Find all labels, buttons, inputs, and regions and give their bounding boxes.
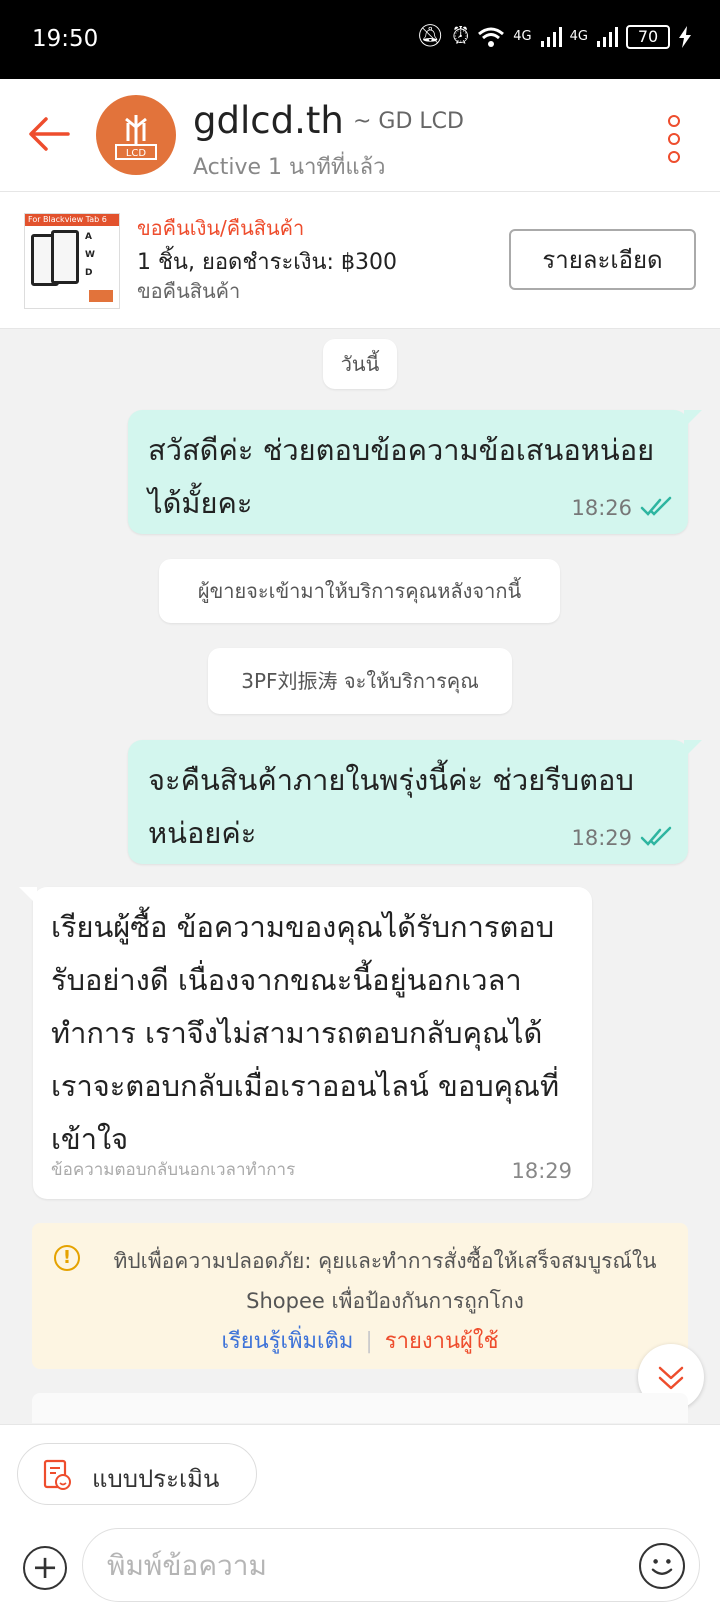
safety-tip: ! ทิปเพื่อความปลอดภัย: คุยและทำการสั่งซื… — [32, 1223, 688, 1369]
thumb-title: For Blackview Tab 6 — [25, 214, 119, 226]
thumb-label: W — [85, 250, 95, 260]
wifi-icon — [478, 27, 505, 47]
shop-logo-icon: LCD — [115, 115, 157, 160]
partial-message-card — [32, 1393, 688, 1423]
signal-icon — [597, 26, 618, 47]
chat-header: LCD gdlcd.th ~ GD LCD Active 1 นาทีที่แล… — [0, 79, 720, 192]
learn-more-link[interactable]: เรียนรู้เพิ่มเติม — [221, 1329, 353, 1354]
tip-text: ทิปเพื่อความปลอดภัย: คุยและทำการสั่งซื้อ… — [113, 1249, 657, 1313]
link-divider: | — [365, 1329, 373, 1354]
warning-icon: ! — [54, 1245, 80, 1271]
avatar-text: LCD — [126, 148, 147, 159]
message-text: เรียนผู้ซื้อ ข้อความของคุณได้รับการตอบรั… — [51, 910, 560, 1156]
status-icons: 🔕︎ ⏰︎ 4G 4G 70 — [416, 24, 692, 49]
more-vertical-icon[interactable] — [668, 115, 680, 163]
system-message: 3PF刘振涛 จะให้บริการคุณ — [208, 648, 512, 714]
double-check-icon — [640, 826, 672, 846]
thumb-label: D — [85, 268, 93, 278]
system-message: ผู้ขายจะเข้ามาให้บริการคุณหลังจากนี้ — [159, 559, 560, 623]
outgoing-message[interactable]: จะคืนสินค้าภายในพรุ่งนี้ค่ะ ช่วยรีบตอบหน… — [128, 740, 702, 864]
details-button[interactable]: รายละเอียด — [509, 229, 696, 290]
plus-icon[interactable]: + — [23, 1546, 67, 1590]
chat-footer: แบบประเมิน + — [0, 1424, 720, 1612]
message-input[interactable] — [107, 1543, 607, 1587]
alarm-icon: ⏰︎ — [452, 24, 470, 49]
back-arrow-icon[interactable] — [24, 109, 74, 159]
double-check-icon — [640, 496, 672, 516]
rating-button-label: แบบประเมิน — [92, 1465, 220, 1493]
network-label-2: 4G — [569, 29, 588, 44]
order-summary: 1 ชิ้น, ยอดชำระเงิน: ฿300 — [137, 250, 397, 275]
rating-form-icon — [43, 1459, 71, 1490]
active-status: Active 1 นาทีที่แล้ว — [193, 155, 386, 180]
order-substatus: ขอคืนสินค้า — [137, 279, 241, 303]
order-status: ขอคืนเงิน/คืนสินค้า — [137, 216, 305, 240]
date-separator: วันนี้ — [323, 339, 397, 389]
thumb-label: A — [85, 232, 92, 242]
report-user-link[interactable]: รายงานผู้ใช้ — [385, 1329, 499, 1354]
incoming-message[interactable]: เรียนผู้ซื้อ ข้อความของคุณได้รับการตอบรั… — [19, 887, 592, 1199]
order-card[interactable]: For Blackview Tab 6 A W D ขอคืนเงิน/คืนส… — [0, 192, 720, 329]
message-time: 18:26 — [571, 496, 632, 520]
charging-icon — [679, 25, 691, 48]
auto-reply-note: ข้อความตอบกลับนอกเวลาทำการ — [51, 1160, 296, 1180]
message-time: 18:29 — [511, 1159, 572, 1183]
message-time: 18:29 — [571, 826, 632, 850]
tip-links: เรียนรู้เพิ่มเติม | รายงานผู้ใช้ — [32, 1323, 688, 1358]
shop-avatar[interactable]: LCD — [96, 95, 176, 175]
truck-icon — [89, 290, 113, 302]
outgoing-message[interactable]: สวัสดีค่ะ ช่วยตอบข้อความข้อเสนอหน่อยได้ม… — [128, 410, 702, 534]
rating-button[interactable]: แบบประเมิน — [17, 1443, 257, 1505]
signal-icon — [540, 26, 562, 47]
message-input-box[interactable] — [82, 1528, 700, 1602]
mute-icon: 🔕︎ — [416, 24, 445, 49]
shop-name[interactable]: gdlcd.th — [193, 99, 344, 142]
status-bar: 19:50 🔕︎ ⏰︎ 4G 4G 70 — [0, 0, 720, 79]
battery-indicator: 70 — [626, 24, 670, 49]
network-label-1: 4G — [513, 29, 532, 44]
status-time: 19:50 — [32, 26, 99, 52]
product-thumbnail: For Blackview Tab 6 A W D — [24, 213, 120, 309]
shop-alias: ~ GD LCD — [353, 109, 464, 134]
emoji-icon[interactable] — [639, 1543, 685, 1589]
